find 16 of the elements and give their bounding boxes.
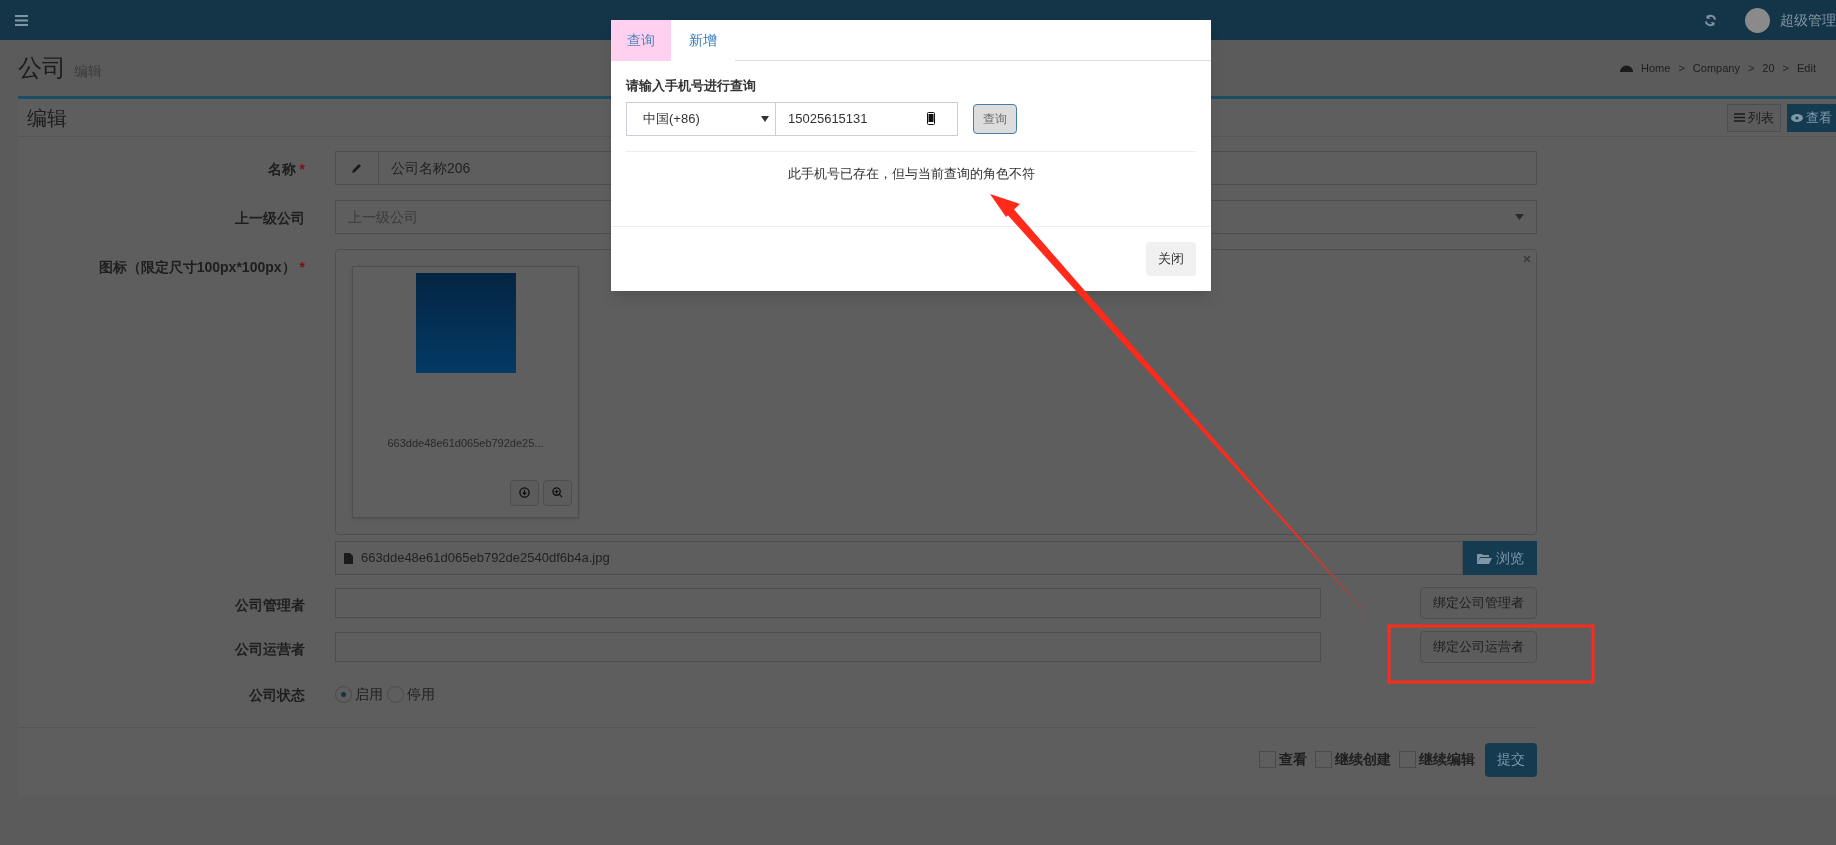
query-prompt: 请输入手机号进行查询 [626, 77, 757, 95]
panel-title: 编辑 [27, 105, 67, 131]
field-label: 名称 [267, 160, 296, 179]
field-label: 图标（限定尺寸100px*100px） [98, 258, 296, 277]
page-title: 公司 [18, 53, 66, 83]
required-mark: * [299, 160, 305, 179]
required-mark: * [299, 258, 305, 277]
field-label: 公司状态 [249, 686, 305, 705]
field-label: 公司管理者 [235, 596, 305, 615]
breadcrumb-separator: > [1678, 60, 1685, 76]
query-result-message: 此手机号已存在，但与当前查询的角色不符 [787, 165, 1035, 184]
breadcrumb-item: Edit [1797, 60, 1816, 76]
breadcrumb-separator: > [1782, 60, 1790, 76]
breadcrumb-separator: > [1747, 60, 1755, 76]
field-label: 上一级公司 [235, 209, 305, 228]
field-label: 公司运营者 [235, 640, 305, 659]
